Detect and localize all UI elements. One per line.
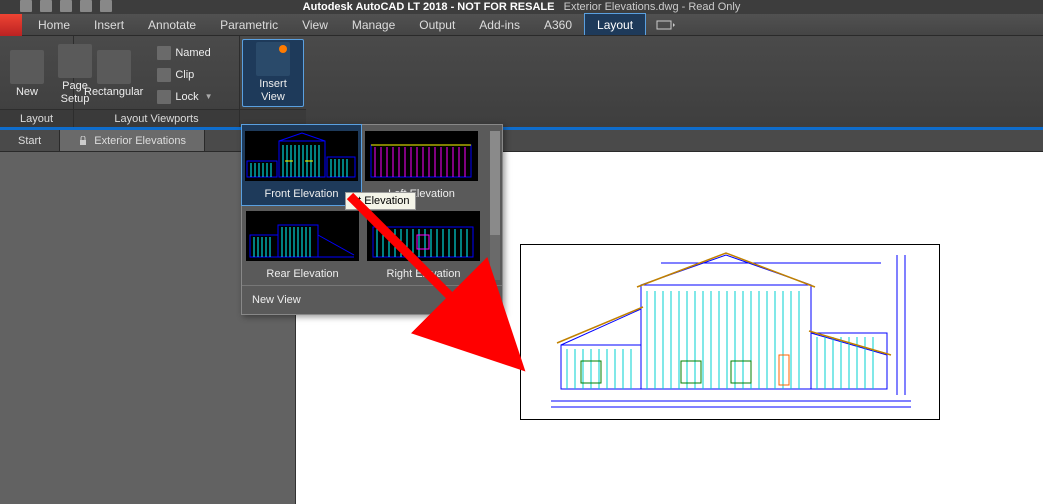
- file-tab-exterior-elevations[interactable]: Exterior Elevations: [60, 130, 205, 151]
- chevron-down-icon: ▼: [205, 92, 213, 101]
- panel-title-viewports: Layout Viewports: [74, 109, 239, 127]
- menu-layout[interactable]: Layout: [584, 13, 646, 35]
- quick-access-toolbar[interactable]: [20, 0, 112, 13]
- insert-view-button[interactable]: Insert View: [242, 39, 304, 107]
- menu-view[interactable]: View: [290, 14, 340, 35]
- title-bar: Autodesk AutoCAD LT 2018 - NOT FOR RESAL…: [0, 0, 1043, 14]
- app-menu-button[interactable]: [0, 14, 22, 36]
- menu-home[interactable]: Home: [26, 14, 82, 35]
- page-setup-icon: [58, 44, 92, 78]
- thumbnail-front-elevation: [245, 131, 358, 181]
- file-title: Exterior Elevations.dwg - Read Only: [564, 1, 741, 13]
- new-layout-button[interactable]: New: [6, 48, 48, 101]
- gallery-scrollbar[interactable]: [490, 131, 500, 280]
- new-layout-icon: [10, 50, 44, 84]
- menu-annotate[interactable]: Annotate: [136, 14, 208, 35]
- clip-icon: [157, 68, 171, 82]
- gallery-item-front-elevation[interactable]: Front Elevation: [241, 124, 362, 206]
- menu-addins[interactable]: Add-ins: [467, 14, 532, 35]
- menu-toggle-icon[interactable]: [646, 14, 686, 35]
- lock-viewport-button[interactable]: Lock▼: [153, 86, 216, 108]
- thumbnail-rear-elevation: [246, 211, 359, 261]
- app-title: Autodesk AutoCAD LT 2018 - NOT FOR RESAL…: [303, 1, 555, 13]
- rectangular-viewport-icon: [97, 50, 131, 84]
- recording-dot-icon: [279, 45, 287, 53]
- panel-title-layout: Layout: [0, 109, 73, 127]
- named-viewports-button[interactable]: Named: [153, 42, 216, 64]
- menu-a360[interactable]: A360: [532, 14, 584, 35]
- lock-icon: [157, 90, 171, 104]
- menu-manage[interactable]: Manage: [340, 14, 407, 35]
- gallery-item-rear-elevation[interactable]: Rear Elevation: [242, 205, 363, 285]
- insert-view-icon: [256, 42, 290, 76]
- ribbon: New PageSetup Layout Rectangular Named C…: [0, 36, 1043, 130]
- tooltip: nt Elevation: [345, 192, 416, 210]
- insert-view-gallery: Front Elevation Left Elevation R: [241, 124, 503, 315]
- menu-parametric[interactable]: Parametric: [208, 14, 290, 35]
- menu-output[interactable]: Output: [407, 14, 467, 35]
- placed-viewport[interactable]: [520, 244, 940, 420]
- menu-bar: Home Insert Annotate Parametric View Man…: [0, 14, 1043, 36]
- file-tab-start[interactable]: Start: [0, 130, 60, 151]
- menu-insert[interactable]: Insert: [82, 14, 136, 35]
- clip-viewport-button[interactable]: Clip: [153, 64, 216, 86]
- thumbnail-left-elevation: [365, 131, 478, 181]
- gallery-new-view[interactable]: New View: [242, 285, 502, 314]
- lock-icon: [78, 136, 88, 146]
- gallery-item-right-elevation[interactable]: Right Elevation: [363, 205, 484, 285]
- thumbnail-right-elevation: [367, 211, 480, 261]
- named-icon: [157, 46, 171, 60]
- file-tabs: Start Exterior Elevations: [0, 130, 1043, 152]
